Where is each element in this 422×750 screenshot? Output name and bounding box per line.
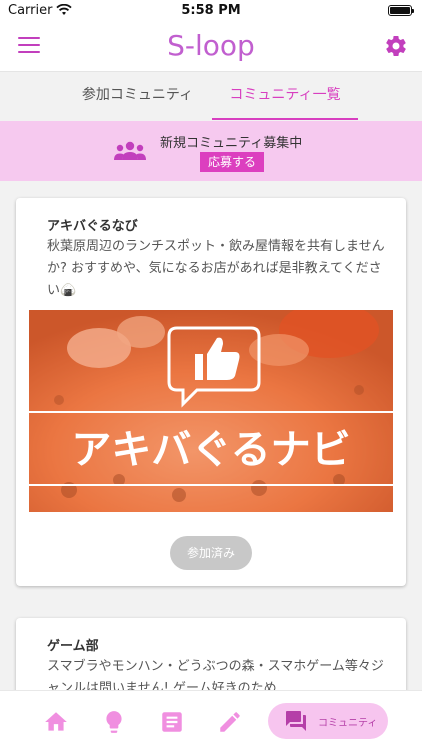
- joined-button[interactable]: 参加済み: [170, 536, 252, 570]
- pencil-icon[interactable]: [217, 709, 243, 735]
- nav-community-label: コミュニティ: [318, 718, 378, 729]
- status-bar: Carrier 5:58 PM: [0, 0, 422, 22]
- community-title: アキバぐるなび: [47, 219, 138, 234]
- community-description: 秋葉原周辺のランチスポット・飲み屋情報を共有しませんか? おすすめや、気になるお…: [47, 239, 385, 298]
- group-icon: [114, 141, 146, 160]
- forum-icon: [286, 711, 306, 731]
- gear-icon[interactable]: [384, 34, 408, 58]
- nav-community-button[interactable]: コミュニティ: [268, 703, 388, 739]
- apply-button[interactable]: 応募する: [200, 152, 265, 172]
- recruit-banner: 新規コミュニティ募集中 応募する: [0, 121, 422, 181]
- app-logo: S-loop: [167, 29, 255, 62]
- community-card[interactable]: アキバぐるなび 秋葉原周辺のランチスポット・飲み屋情報を共有しませんか? おすす…: [16, 198, 406, 586]
- community-tabs: 参加コミュニティ コミュニティ一覧: [0, 72, 422, 120]
- community-title: ゲーム部: [47, 639, 99, 654]
- tab-joined-communities[interactable]: 参加コミュニティ: [60, 72, 215, 120]
- lightbulb-icon[interactable]: [101, 709, 127, 735]
- battery-icon: [388, 5, 414, 16]
- community-image: アキバぐるナビ: [29, 310, 393, 512]
- status-time: 5:58 PM: [181, 3, 241, 18]
- home-icon[interactable]: [43, 709, 69, 735]
- top-navbar: S-loop: [0, 22, 422, 72]
- bottom-tab-bar: コミュニティ: [0, 690, 422, 750]
- recruit-text: 新規コミュニティ募集中: [160, 136, 303, 151]
- community-image-title: アキバぐるナビ: [71, 427, 351, 473]
- tab-community-list[interactable]: コミュニティ一覧: [212, 72, 358, 120]
- article-icon[interactable]: [159, 709, 185, 735]
